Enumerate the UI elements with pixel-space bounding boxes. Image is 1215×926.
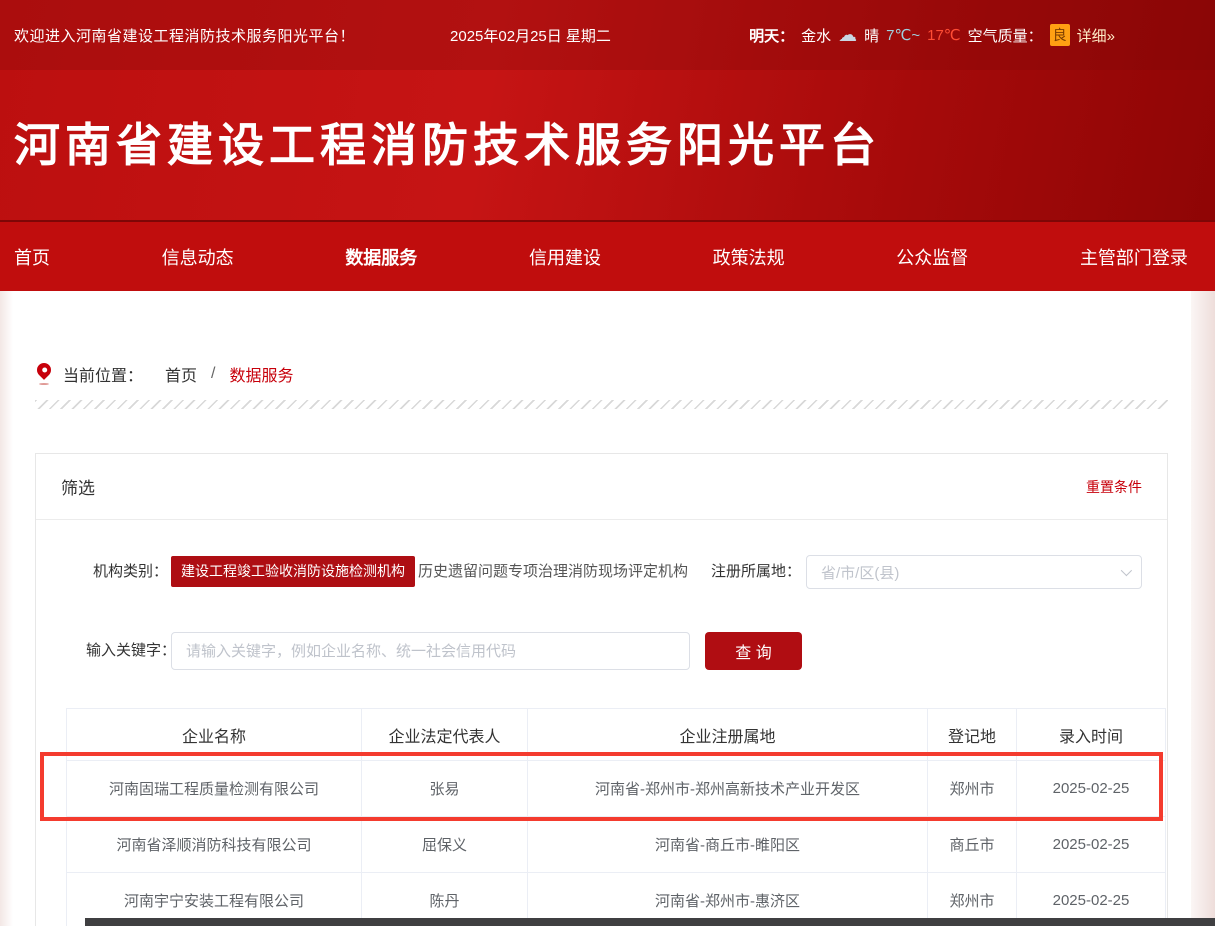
nav-item-credit[interactable]: 信用建设 bbox=[529, 244, 601, 270]
main-nav: 首页 信息动态 数据服务 信用建设 政策法规 公众监督 主管部门登录 bbox=[0, 220, 1215, 291]
col-header-registered-region: 企业注册属地 bbox=[528, 709, 928, 761]
cell-legal-rep: 屈保义 bbox=[362, 817, 528, 873]
nav-item-news[interactable]: 信息动态 bbox=[162, 244, 234, 270]
cell-entry-date: 2025-02-25 bbox=[1017, 817, 1166, 873]
cell-registered-region: 河南省-商丘市-睢阳区 bbox=[528, 817, 928, 873]
col-header-registration-place: 登记地 bbox=[928, 709, 1017, 761]
nav-item-supervision[interactable]: 公众监督 bbox=[896, 244, 968, 270]
location-pin-icon bbox=[35, 363, 53, 385]
category-option-inactive[interactable]: 历史遗留问题专项治理消防现场评定机构 bbox=[418, 555, 688, 589]
chevron-down-icon bbox=[1121, 565, 1132, 576]
breadcrumb-separator: / bbox=[211, 365, 215, 383]
nav-item-policy[interactable]: 政策法规 bbox=[713, 244, 785, 270]
filter-row-keyword: 输入关键字： 查 询 bbox=[36, 632, 1167, 670]
masthead: 欢迎进入河南省建设工程消防技术服务阳光平台！ 2025年02月25日 星期二 明… bbox=[0, 0, 1215, 220]
right-edge-strip bbox=[1191, 291, 1215, 926]
col-header-legal-rep: 企业法定代表人 bbox=[362, 709, 528, 761]
air-quality-label: 空气质量： bbox=[968, 25, 1043, 46]
table-header-row: 企业名称 企业法定代表人 企业注册属地 登记地 录入时间 bbox=[67, 709, 1166, 761]
page-title: 河南省建设工程消防技术服务阳光平台 bbox=[0, 122, 1215, 168]
welcome-text: 欢迎进入河南省建设工程消防技术服务阳光平台！ bbox=[14, 25, 355, 46]
table-row[interactable]: 河南固瑞工程质量检测有限公司 张易 河南省-郑州市-郑州高新技术产业开发区 郑州… bbox=[67, 761, 1166, 817]
keyword-input[interactable] bbox=[171, 632, 690, 670]
nav-item-data-service[interactable]: 数据服务 bbox=[345, 244, 417, 270]
region-select-placeholder: 省/市/区(县) bbox=[821, 562, 899, 583]
keyword-label: 输入关键字： bbox=[86, 632, 176, 670]
weather-district: 金水 bbox=[801, 25, 831, 46]
search-button[interactable]: 查 询 bbox=[705, 632, 802, 670]
cloud-icon: ☁ bbox=[838, 26, 857, 45]
cell-registration-place: 商丘市 bbox=[928, 817, 1017, 873]
footer-top-edge bbox=[85, 918, 1215, 926]
region-label: 注册所属地： bbox=[711, 555, 801, 589]
region-select[interactable]: 省/市/区(县) bbox=[806, 555, 1142, 589]
left-edge-strip bbox=[0, 291, 13, 926]
filter-row-category: 机构类别： 建设工程竣工验收消防设施检测机构 历史遗留问题专项治理消防现场评定机… bbox=[36, 555, 1167, 589]
filter-panel: 筛选 重置条件 机构类别： 建设工程竣工验收消防设施检测机构 历史遗留问题专项治… bbox=[35, 453, 1168, 926]
results-table: 企业名称 企业法定代表人 企业注册属地 登记地 录入时间 河南固瑞工程质量检测有… bbox=[66, 708, 1166, 926]
category-label: 机构类别： bbox=[93, 555, 168, 589]
table-row[interactable]: 河南省泽顺消防科技有限公司 屈保义 河南省-商丘市-睢阳区 商丘市 2025-0… bbox=[67, 817, 1166, 873]
breadcrumb-current-link[interactable]: 数据服务 bbox=[229, 362, 293, 386]
col-header-entry-date: 录入时间 bbox=[1017, 709, 1166, 761]
weather-detail-link[interactable]: 详细» bbox=[1077, 25, 1115, 46]
breadcrumb-home-link[interactable]: 首页 bbox=[165, 362, 197, 386]
page: 欢迎进入河南省建设工程消防技术服务阳光平台！ 2025年02月25日 星期二 明… bbox=[0, 0, 1215, 926]
cell-registered-region: 河南省-郑州市-郑州高新技术产业开发区 bbox=[528, 761, 928, 817]
topbar: 欢迎进入河南省建设工程消防技术服务阳光平台！ 2025年02月25日 星期二 明… bbox=[0, 0, 1215, 70]
air-quality-badge: 良 bbox=[1050, 24, 1070, 46]
cell-legal-rep: 张易 bbox=[362, 761, 528, 817]
weather-temp-high: 17℃ bbox=[927, 26, 961, 44]
col-header-company: 企业名称 bbox=[67, 709, 362, 761]
weather-condition: 晴 bbox=[864, 25, 879, 46]
reset-filters-link[interactable]: 重置条件 bbox=[1086, 477, 1142, 497]
date-text: 2025年02月25日 星期二 bbox=[450, 25, 611, 46]
category-option-active[interactable]: 建设工程竣工验收消防设施检测机构 bbox=[171, 556, 415, 587]
cell-company-name: 河南固瑞工程质量检测有限公司 bbox=[67, 761, 362, 817]
cell-entry-date: 2025-02-25 bbox=[1017, 761, 1166, 817]
breadcrumb-label: 当前位置： bbox=[63, 362, 143, 386]
nav-item-home[interactable]: 首页 bbox=[14, 244, 50, 270]
slash-divider bbox=[35, 400, 1168, 409]
breadcrumb: 当前位置： 首页 / 数据服务 bbox=[35, 362, 1215, 386]
filter-title: 筛选 bbox=[61, 474, 95, 499]
filter-panel-header: 筛选 重置条件 bbox=[36, 454, 1167, 520]
weather-tomorrow-label: 明天： bbox=[749, 25, 794, 46]
cell-registration-place: 郑州市 bbox=[928, 761, 1017, 817]
weather-temp-low: 7℃~ bbox=[886, 26, 920, 44]
weather-widget: 明天： 金水 ☁ 晴 7℃~ 17℃ 空气质量： 良 详细» bbox=[749, 24, 1115, 46]
cell-company-name: 河南省泽顺消防科技有限公司 bbox=[67, 817, 362, 873]
nav-item-admin-login[interactable]: 主管部门登录 bbox=[1080, 244, 1188, 270]
